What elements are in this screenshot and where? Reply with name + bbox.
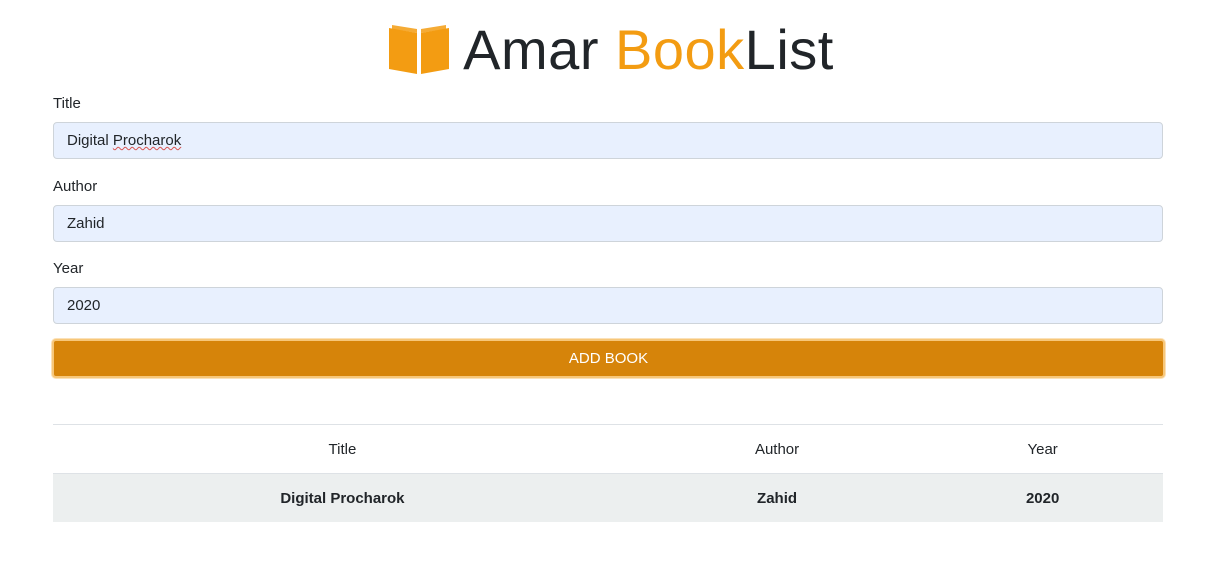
author-field-group: Author	[53, 177, 1163, 242]
title-field-group: Title Digital Procharok	[53, 94, 1163, 159]
author-label: Author	[53, 178, 98, 195]
title-input[interactable]: Digital Procharok	[53, 122, 1163, 159]
year-input[interactable]	[53, 287, 1163, 324]
year-field-group: Year	[53, 259, 1163, 324]
column-header-year: Year	[922, 424, 1163, 474]
app-title: Amar BookList	[463, 22, 834, 78]
book-open-icon	[389, 25, 450, 74]
app-title-part1: Amar	[463, 18, 616, 81]
title-input-word2: Procharok	[112, 132, 182, 149]
table-row: Digital Procharok Zahid 2020	[53, 473, 1163, 522]
year-label: Year	[53, 260, 84, 277]
app-title-accent: Book	[615, 18, 745, 81]
column-header-author: Author	[631, 424, 923, 474]
cell-year: 2020	[922, 473, 1163, 522]
title-label: Title	[53, 95, 81, 112]
app-title-part2: List	[744, 18, 834, 81]
title-input-word1: Digital	[67, 132, 113, 149]
column-header-title: Title	[53, 424, 632, 474]
book-table: Title Author Year Digital Procharok Zahi…	[53, 424, 1163, 522]
app-header: Amar BookList	[0, 14, 1221, 86]
table-header-row: Title Author Year	[53, 424, 1163, 474]
author-input[interactable]	[53, 205, 1163, 242]
page: Amar BookList Title Digital Procharok Au…	[0, 0, 1221, 585]
cell-title: Digital Procharok	[53, 473, 632, 522]
add-book-button[interactable]: ADD BOOK	[52, 339, 1165, 378]
cell-author: Zahid	[631, 473, 923, 522]
